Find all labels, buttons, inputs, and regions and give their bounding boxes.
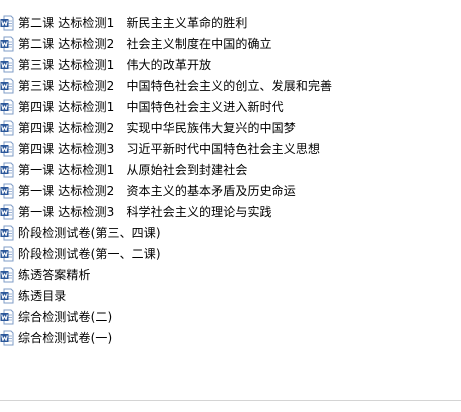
word-document-icon <box>0 330 14 346</box>
word-document-icon <box>0 57 14 73</box>
file-item[interactable]: 第四课 达标检测3 习近平新时代中国特色社会主义思想 <box>0 138 461 159</box>
file-list: 第二课 达标检测1 新民主主义革命的胜利第二课 达标检测2 社会主义制度在中国的… <box>0 12 461 348</box>
file-name: 综合检测试卷(二) <box>18 309 113 324</box>
file-item[interactable]: 第四课 达标检测2 实现中华民族伟大复兴的中国梦 <box>0 117 461 138</box>
file-item[interactable]: 阶段检测试卷(第一、二课) <box>0 243 461 264</box>
file-name: 第一课 达标检测2 资本主义的基本矛盾及历史命运 <box>18 183 296 198</box>
file-item[interactable]: 练透目录 <box>0 285 461 306</box>
list-bottom-border <box>0 400 461 401</box>
file-name: 阶段检测试卷(第一、二课) <box>18 246 161 261</box>
file-item[interactable]: 第三课 达标检测1 伟大的改革开放 <box>0 54 461 75</box>
word-document-icon <box>0 309 14 325</box>
file-item[interactable]: 阶段检测试卷(第三、四课) <box>0 222 461 243</box>
file-item[interactable]: 第三课 达标检测2 中国特色社会主义的创立、发展和完善 <box>0 75 461 96</box>
word-document-icon <box>0 36 14 52</box>
file-name: 练透目录 <box>18 288 67 303</box>
word-document-icon <box>0 99 14 115</box>
file-name: 综合检测试卷(一) <box>18 330 113 345</box>
file-name: 练透答案精析 <box>18 267 91 282</box>
file-name: 第一课 达标检测3 科学社会主义的理论与实践 <box>18 204 272 219</box>
file-item[interactable]: 练透答案精析 <box>0 264 461 285</box>
word-document-icon <box>0 267 14 283</box>
file-name: 第三课 达标检测2 中国特色社会主义的创立、发展和完善 <box>18 78 333 93</box>
file-name: 第三课 达标检测1 伟大的改革开放 <box>18 57 212 72</box>
word-document-icon <box>0 183 14 199</box>
word-document-icon <box>0 225 14 241</box>
file-name: 阶段检测试卷(第三、四课) <box>18 225 161 240</box>
file-item[interactable]: 综合检测试卷(二) <box>0 306 461 327</box>
file-item[interactable]: 综合检测试卷(一) <box>0 327 461 348</box>
word-document-icon <box>0 288 14 304</box>
word-document-icon <box>0 15 14 31</box>
file-name: 第一课 达标检测1 从原始社会到封建社会 <box>18 162 248 177</box>
file-name: 第二课 达标检测2 社会主义制度在中国的确立 <box>18 36 272 51</box>
file-item[interactable]: 第一课 达标检测3 科学社会主义的理论与实践 <box>0 201 461 222</box>
file-item[interactable]: 第一课 达标检测2 资本主义的基本矛盾及历史命运 <box>0 180 461 201</box>
file-item[interactable]: 第二课 达标检测2 社会主义制度在中国的确立 <box>0 33 461 54</box>
word-document-icon <box>0 120 14 136</box>
file-name: 第二课 达标检测1 新民主主义革命的胜利 <box>18 15 248 30</box>
word-document-icon <box>0 141 14 157</box>
file-name: 第四课 达标检测1 中国特色社会主义进入新时代 <box>18 99 284 114</box>
word-document-icon <box>0 204 14 220</box>
file-name: 第四课 达标检测3 习近平新时代中国特色社会主义思想 <box>18 141 321 156</box>
word-document-icon <box>0 78 14 94</box>
file-name: 第四课 达标检测2 实现中华民族伟大复兴的中国梦 <box>18 120 296 135</box>
file-item[interactable]: 第四课 达标检测1 中国特色社会主义进入新时代 <box>0 96 461 117</box>
file-item[interactable]: 第二课 达标检测1 新民主主义革命的胜利 <box>0 12 461 33</box>
word-document-icon <box>0 246 14 262</box>
word-document-icon <box>0 162 14 178</box>
file-item[interactable]: 第一课 达标检测1 从原始社会到封建社会 <box>0 159 461 180</box>
